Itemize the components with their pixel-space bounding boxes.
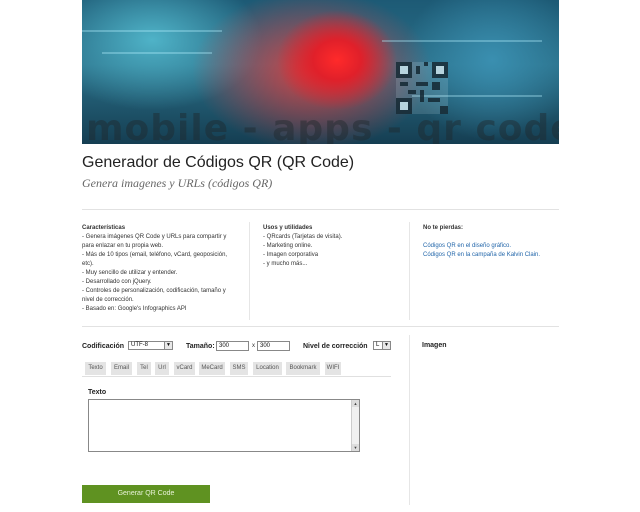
page-title: Generador de Códigos QR (QR Code)	[82, 154, 355, 171]
uses-item: - Marketing online.	[263, 243, 313, 249]
scroll-up-icon[interactable]: ▲	[352, 400, 359, 407]
height-input[interactable]: 300	[257, 341, 290, 351]
tamano-label: Tamaño:	[186, 343, 215, 350]
link-qr-campana[interactable]: Códigos QR en la campaña de Kalvin Clain…	[423, 251, 559, 260]
circuit-trace	[102, 52, 212, 54]
circuit-trace	[82, 30, 222, 32]
feature-item: - Basado en: Google's Infographics API	[82, 306, 187, 312]
page-subtitle: Genera imagenes y URLs (códigos QR)	[82, 176, 273, 190]
header-banner: mobile - apps - qr code	[82, 0, 559, 144]
tab-email[interactable]: Email	[111, 362, 132, 375]
column-divider	[409, 335, 410, 505]
size-separator: x	[252, 343, 255, 349]
uses-heading: Usos y utilidades	[263, 225, 313, 231]
generate-qr-button[interactable]: Generar QR Code	[82, 485, 210, 503]
type-tabs: Texto Email Tel Url vCard MeCard SMS Loc…	[82, 362, 391, 377]
codificacion-select[interactable]: UTF-8 ▼	[128, 341, 173, 350]
column-divider	[249, 222, 250, 320]
imagen-label: Imagen	[422, 342, 447, 349]
nivel-select[interactable]: L ▼	[373, 341, 391, 350]
texto-textarea[interactable]: ▲ ▼	[88, 399, 360, 452]
nivel-label: Nivel de corrección	[303, 343, 368, 350]
feature-item: - Controles de personalización, codifica…	[82, 288, 226, 303]
divider	[82, 209, 559, 210]
scroll-down-icon[interactable]: ▼	[352, 444, 359, 451]
chevron-down-icon: ▼	[164, 342, 172, 349]
features-heading: Características	[82, 225, 126, 231]
feature-item: - Genera imágenes QR Code y URLs para co…	[82, 234, 227, 249]
chevron-down-icon: ▼	[382, 342, 390, 349]
feature-item: - Más de 10 tipos (email, teléfono, vCar…	[82, 252, 228, 267]
banner-text: mobile - apps - qr code	[86, 108, 559, 144]
tab-url[interactable]: Url	[155, 362, 169, 375]
tab-bookmark[interactable]: Bookmark	[286, 362, 320, 375]
features-section: Características - Genera imágenes QR Cod…	[82, 224, 234, 314]
link-qr-diseno[interactable]: Códigos QR en el diseño gráfico.	[423, 242, 559, 251]
codificacion-value: UTF-8	[131, 342, 148, 348]
feature-item: - Muy sencillo de utilizar y entender.	[82, 270, 178, 276]
qr-code-icon	[396, 62, 448, 114]
dont-miss-heading: No te pierdas:	[423, 225, 464, 231]
column-divider	[409, 222, 410, 320]
width-input[interactable]: 300	[216, 341, 249, 351]
textarea-scrollbar[interactable]: ▲ ▼	[351, 400, 359, 451]
feature-item: - Desarrollado con jQuery.	[82, 279, 152, 285]
codificacion-label: Codificación	[82, 343, 125, 350]
tab-vcard[interactable]: vCard	[174, 362, 195, 375]
divider	[82, 326, 559, 327]
tab-texto[interactable]: Texto	[85, 362, 106, 375]
tab-wifi[interactable]: WIFI	[325, 362, 341, 375]
nivel-value: L	[376, 342, 380, 348]
texto-label: Texto	[88, 389, 107, 396]
tab-location[interactable]: Location	[253, 362, 282, 375]
uses-item: - Imagen corporativa	[263, 252, 319, 258]
dont-miss-section: No te pierdas: Códigos QR en el diseño g…	[423, 224, 559, 260]
circuit-trace	[382, 40, 542, 42]
tab-mecard[interactable]: MeCard	[199, 362, 225, 375]
uses-item: - QRcards (Tarjetas de visita).	[263, 234, 343, 240]
tab-sms[interactable]: SMS	[230, 362, 248, 375]
uses-section: Usos y utilidades - QRcards (Tarjetas de…	[263, 224, 403, 269]
tab-tel[interactable]: Tel	[137, 362, 151, 375]
uses-item: - y mucho más...	[263, 261, 308, 267]
